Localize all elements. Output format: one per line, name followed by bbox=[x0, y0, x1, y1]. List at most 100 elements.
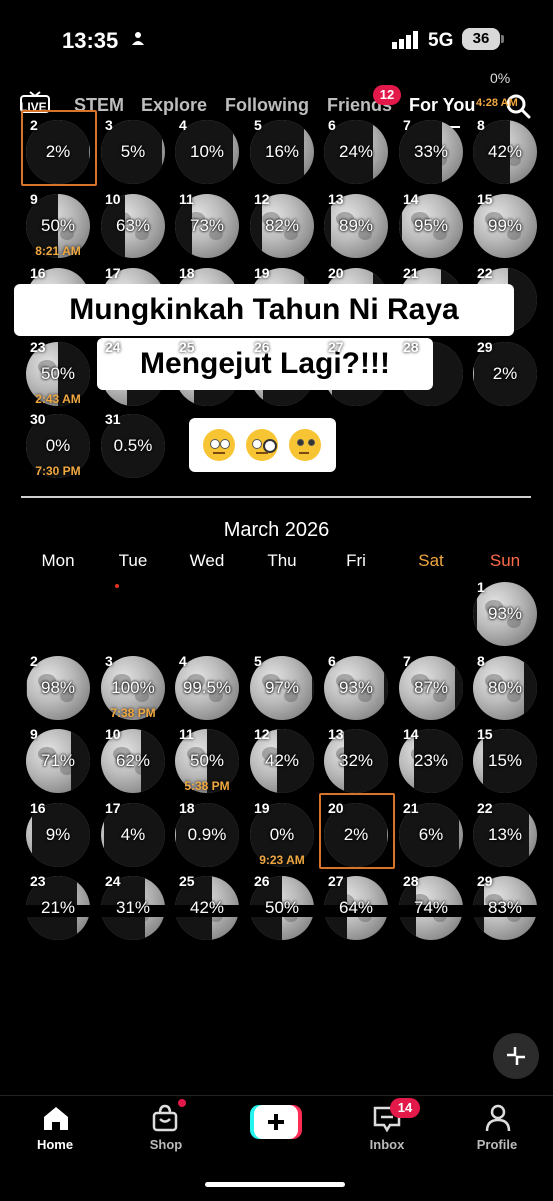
collapse-button[interactable] bbox=[493, 1033, 539, 1079]
march-day-cell[interactable]: 28 74% bbox=[396, 872, 466, 942]
day-number: 23 bbox=[30, 873, 46, 889]
day-number: 5 bbox=[254, 653, 262, 669]
feb-day-cell[interactable]: 13 89% bbox=[321, 190, 391, 260]
phase-time: 2:43 AM bbox=[35, 392, 81, 406]
day-number: 19 bbox=[254, 265, 270, 281]
day-number: 7 bbox=[403, 117, 411, 133]
march-day-cell[interactable]: 16 9% bbox=[23, 799, 93, 869]
phase-time: 7:30 PM bbox=[35, 464, 81, 478]
eye-roll-face-icon bbox=[203, 429, 235, 461]
march-day-cell[interactable]: 20 2% bbox=[319, 793, 395, 869]
march-day-cell[interactable]: 13 32% bbox=[321, 725, 391, 795]
tab-shop[interactable]: Shop bbox=[126, 1137, 206, 1152]
create-button[interactable] bbox=[250, 1105, 302, 1139]
feb-day-cell[interactable]: 30 0% 7:30 PM bbox=[23, 410, 93, 480]
profile-icon[interactable] bbox=[483, 1103, 513, 1133]
tab-profile[interactable]: Profile bbox=[457, 1137, 537, 1152]
day-number: 25 bbox=[179, 339, 195, 355]
day-number: 18 bbox=[179, 800, 195, 816]
illumination-percent: 5% bbox=[120, 142, 146, 161]
day-number: 26 bbox=[254, 873, 270, 889]
feb-day-cell[interactable]: 7 33% bbox=[396, 116, 466, 186]
march-day-cell[interactable]: 2 98% bbox=[23, 652, 93, 722]
tab-inbox[interactable]: Inbox bbox=[347, 1137, 427, 1152]
phase-time: 9:23 AM bbox=[259, 853, 305, 867]
weekday-mon: Mon bbox=[41, 551, 75, 570]
day-number: 15 bbox=[477, 191, 493, 207]
march-day-cell[interactable]: 22 13% bbox=[470, 799, 540, 869]
tab-following[interactable]: Following bbox=[225, 95, 309, 116]
feb-day-cell[interactable]: 29 2% bbox=[470, 338, 540, 408]
day-number: 22 bbox=[477, 265, 493, 281]
march-day-cell[interactable]: 9 71% bbox=[23, 725, 93, 795]
march-day-cell[interactable]: 24 31% bbox=[98, 872, 168, 942]
day-number: 10 bbox=[105, 726, 121, 742]
march-day-cell[interactable]: 27 64% bbox=[321, 872, 391, 942]
march-day-cell[interactable]: 25 42% bbox=[172, 872, 242, 942]
march-day-cell[interactable]: 19 0% 9:23 AM bbox=[247, 799, 317, 869]
feb-day-cell[interactable]: 5 16% bbox=[247, 116, 317, 186]
march-day-cell[interactable]: 6 93% bbox=[321, 652, 391, 722]
feb-day-cell[interactable]: 2 2% bbox=[21, 110, 97, 186]
home-icon[interactable] bbox=[41, 1104, 71, 1132]
feb-day-cell[interactable]: 15 99% bbox=[470, 190, 540, 260]
illumination-percent: 82% bbox=[264, 216, 300, 235]
feb-day-cell[interactable]: 6 24% bbox=[321, 116, 391, 186]
tab-explore[interactable]: Explore bbox=[141, 95, 207, 116]
march-day-cell[interactable]: 10 62% bbox=[98, 725, 168, 795]
illumination-percent: 0.5% bbox=[113, 436, 153, 455]
march-day-cell[interactable]: 29 83% bbox=[470, 872, 540, 942]
illumination-percent: 16% bbox=[264, 142, 300, 161]
march-day-cell[interactable]: 1 93% bbox=[470, 578, 540, 648]
feb-day-cell[interactable]: 12 82% bbox=[247, 190, 317, 260]
march-day-cell[interactable]: 23 21% bbox=[23, 872, 93, 942]
home-indicator bbox=[205, 1182, 345, 1187]
illumination-percent: 24% bbox=[338, 142, 374, 161]
day-number: 17 bbox=[105, 265, 121, 281]
battery-tip bbox=[501, 35, 504, 43]
phase-time: 5:38 PM bbox=[184, 779, 230, 793]
illumination-percent: 80% bbox=[487, 678, 523, 697]
friends-badge: 12 bbox=[373, 85, 401, 105]
march-day-cell[interactable]: 15 15% bbox=[470, 725, 540, 795]
march-day-cell[interactable]: 18 0.9% bbox=[172, 799, 242, 869]
feb-day-cell[interactable]: 14 95% bbox=[396, 190, 466, 260]
illumination-percent: 15% bbox=[487, 751, 523, 770]
march-day-cell[interactable]: 21 6% bbox=[396, 799, 466, 869]
feb-day-cell[interactable]: 4 10% bbox=[172, 116, 242, 186]
march-day-cell[interactable]: 5 97% bbox=[247, 652, 317, 722]
day-number: 8 bbox=[477, 653, 485, 669]
march-day-cell[interactable]: 8 80% bbox=[470, 652, 540, 722]
march-day-cell[interactable]: 11 50% 5:38 PM bbox=[172, 725, 242, 795]
weekday-tue: Tue bbox=[118, 551, 148, 570]
illumination-percent: 73% bbox=[189, 216, 225, 235]
day-number: 12 bbox=[254, 726, 270, 742]
tab-for-you[interactable]: For You bbox=[409, 95, 475, 116]
march-day-cell[interactable]: 3 100% 7:38 PM bbox=[98, 652, 168, 722]
shop-icon[interactable] bbox=[150, 1104, 180, 1132]
day-number: 29 bbox=[477, 873, 493, 889]
feb-day-cell[interactable]: 9 50% 8:21 AM bbox=[23, 190, 93, 260]
feb-day-cell[interactable]: 23 50% 2:43 AM bbox=[23, 338, 93, 408]
tab-home[interactable]: Home bbox=[15, 1137, 95, 1152]
illumination-percent: 89% bbox=[338, 216, 374, 235]
march-day-cell[interactable]: 12 42% bbox=[247, 725, 317, 795]
feb-day-cell[interactable]: 10 63% bbox=[98, 190, 168, 260]
weekday-thu: Thu bbox=[267, 551, 297, 570]
feb-day-cell[interactable]: 3 5% bbox=[98, 116, 168, 186]
march-day-cell[interactable]: 14 23% bbox=[396, 725, 466, 795]
march-day-cell[interactable]: 26 50% bbox=[247, 872, 317, 942]
illumination-percent: 93% bbox=[338, 678, 374, 697]
day-number: 3 bbox=[105, 653, 113, 669]
march-day-cell[interactable]: 4 99.5% bbox=[172, 652, 242, 722]
person-icon bbox=[131, 31, 145, 48]
feb-day-cell[interactable]: 11 73% bbox=[172, 190, 242, 260]
day-number: 31 bbox=[105, 411, 121, 427]
march-day-cell[interactable]: 17 4% bbox=[98, 799, 168, 869]
signal-icon bbox=[392, 31, 418, 49]
march-day-cell[interactable]: 7 87% bbox=[396, 652, 466, 722]
feb-day-cell[interactable]: 8 42% bbox=[470, 116, 540, 186]
day-number: 3 bbox=[105, 117, 113, 133]
illumination-percent: 0.9% bbox=[187, 825, 227, 844]
feb-day-cell[interactable]: 31 0.5% bbox=[98, 410, 168, 480]
